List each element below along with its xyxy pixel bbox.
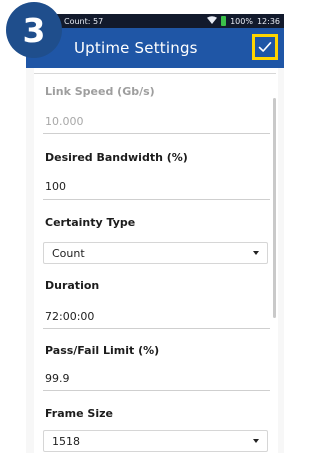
duration-underline: [43, 328, 270, 329]
battery-icon: [221, 16, 227, 26]
frame-size-label: Frame Size: [45, 407, 113, 420]
desired-bandwidth-label: Desired Bandwidth (%): [45, 151, 188, 164]
battery-percent: 100%: [230, 16, 253, 26]
certainty-type-label: Certainty Type: [45, 216, 136, 229]
check-icon: [258, 38, 272, 57]
link-speed-underline: [43, 133, 270, 134]
status-bar: Count: 57 100% 12:36: [26, 14, 284, 28]
frame-size-value: 1518: [52, 434, 80, 448]
divider: [34, 73, 276, 74]
link-speed-value: 10.000: [45, 115, 84, 128]
chevron-down-icon: [253, 439, 259, 443]
status-time: 12:36: [256, 16, 280, 26]
app-bar: Uptime Settings: [26, 28, 284, 68]
scrollbar[interactable]: [273, 98, 276, 318]
duration-field[interactable]: 72:00:00: [45, 310, 94, 323]
confirm-button[interactable]: [252, 34, 278, 60]
certainty-type-select[interactable]: Count: [43, 242, 268, 264]
frame-size-select[interactable]: 1518: [43, 430, 268, 452]
wifi-icon: [207, 16, 218, 26]
status-count: Count: 57: [64, 16, 104, 26]
duration-label: Duration: [45, 279, 100, 292]
pass-fail-limit-label: Pass/Fail Limit (%): [45, 344, 160, 357]
page-title: Uptime Settings: [74, 39, 198, 57]
settings-content: Link Speed (Gb/s) 10.000 Desired Bandwid…: [26, 68, 284, 453]
step-badge: 3: [6, 2, 62, 58]
link-speed-label: Link Speed (Gb/s): [45, 85, 155, 98]
desired-bandwidth-field[interactable]: 100: [45, 180, 66, 193]
status-right: 100% 12:36: [207, 16, 284, 26]
desired-bandwidth-underline: [43, 199, 270, 200]
certainty-type-value: Count: [52, 246, 85, 260]
chevron-down-icon: [253, 251, 259, 255]
pass-fail-limit-underline: [43, 390, 270, 391]
pass-fail-limit-field[interactable]: 99.9: [45, 372, 70, 385]
